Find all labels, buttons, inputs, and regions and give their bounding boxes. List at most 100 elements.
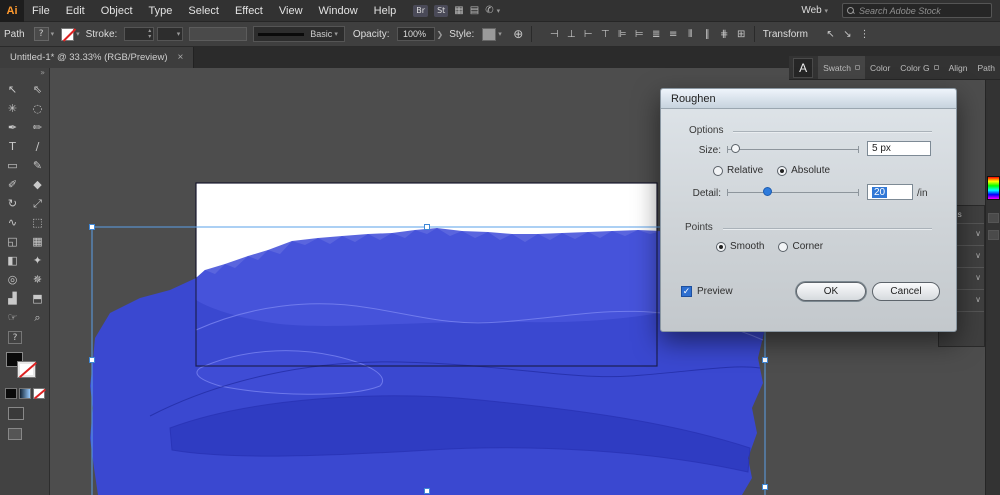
scale-tool[interactable]: ⤢ (25, 194, 50, 213)
menu-object[interactable]: Object (93, 0, 141, 22)
screen-mode-button[interactable] (8, 428, 22, 440)
menu-edit[interactable]: Edit (58, 0, 93, 22)
shape-builder-tool[interactable]: ◱ (0, 232, 25, 251)
menu-window[interactable]: Window (311, 0, 366, 22)
color-button[interactable] (5, 388, 17, 399)
blend-tool[interactable]: ◎ (0, 270, 25, 289)
align-vertical-bottom-icon[interactable]: ⊨ (631, 26, 648, 42)
appearance-proxy[interactable]: ? (34, 27, 49, 41)
artboard-tool[interactable]: ⬒ (25, 289, 50, 308)
help-icon[interactable]: ? (8, 331, 22, 344)
chevron-down-icon[interactable]: ∨ (975, 295, 981, 304)
panel-icon[interactable] (988, 213, 999, 223)
ok-button[interactable]: OK (796, 282, 866, 301)
selection-tool[interactable]: ↖ (0, 80, 25, 99)
document-tab[interactable]: Untitled-1* @ 33.33% (RGB/Preview) × (0, 47, 194, 68)
align-horizontal-right-icon[interactable]: ⊢ (580, 26, 597, 42)
smooth-radio[interactable]: Smooth (716, 241, 764, 252)
corner-radio[interactable]: Corner (778, 241, 823, 252)
hand-tool[interactable]: ☞ (0, 308, 25, 327)
tab-color[interactable]: Color (865, 56, 895, 79)
align-horizontal-left-icon[interactable]: ⊣ (546, 26, 563, 42)
panel-icon[interactable] (988, 230, 999, 240)
size-slider[interactable] (727, 144, 859, 154)
magic-wand-tool[interactable]: ✳ (0, 99, 25, 118)
rotate-tool[interactable]: ↻ (0, 194, 25, 213)
align-vertical-top-icon[interactable]: ⊤ (597, 26, 614, 42)
handle-mid-right[interactable] (763, 358, 768, 363)
distribute-vertical-top-icon[interactable]: ≣ (648, 26, 665, 42)
column-graph-tool[interactable]: ▟ (0, 289, 25, 308)
tab-color-guide[interactable]: Color G (895, 56, 943, 79)
distribute-horizontal-center-icon[interactable]: ∥ (699, 26, 716, 42)
toolbox-collapse-icon[interactable]: » (0, 68, 49, 80)
panel-menu-icon[interactable]: ⋮ (856, 26, 873, 42)
opacity-value-dropdown[interactable]: 100% (397, 27, 435, 41)
handle-bottom-right[interactable] (763, 485, 768, 490)
document-setup-globe-icon[interactable]: ⊕ (510, 26, 527, 42)
paintbrush-tool[interactable]: ✎ (25, 156, 50, 175)
checkbox-checked-icon[interactable]: ✓ (681, 286, 692, 297)
shaper-tool[interactable]: ◆ (25, 175, 50, 194)
arrange-documents-icon[interactable]: ▦ (454, 5, 463, 16)
width-tool[interactable]: ∿ (0, 213, 25, 232)
distribute-spacing-icon[interactable]: ⋕ (716, 26, 733, 42)
none-button[interactable] (33, 388, 45, 399)
gradient-tool[interactable]: ◧ (0, 251, 25, 270)
zoom-tool[interactable]: ⌕ (25, 308, 50, 327)
menu-help[interactable]: Help (366, 0, 405, 22)
detail-value-field[interactable]: 20 (867, 184, 913, 200)
lasso-tool[interactable]: ◌ (25, 99, 50, 118)
share-icon[interactable]: ✆ (485, 5, 493, 16)
size-value-field[interactable]: 5 px (867, 141, 931, 156)
mesh-tool[interactable]: ▦ (25, 232, 50, 251)
handle-top-left[interactable] (90, 225, 95, 230)
chevron-down-icon[interactable]: ∨ (975, 273, 981, 282)
workspace-switcher[interactable]: Web ▾ (801, 5, 832, 16)
color-spectrum-icon[interactable] (987, 176, 1000, 200)
menu-select[interactable]: Select (180, 0, 227, 22)
tab-align[interactable]: Align (944, 56, 973, 79)
line-segment-tool[interactable]: ∕ (25, 137, 50, 156)
align-to-selection-icon[interactable]: ⊞ (733, 26, 750, 42)
pencil-tool[interactable]: ✐ (0, 175, 25, 194)
handle-top-center[interactable] (425, 225, 430, 230)
fill-color-swatch[interactable] (61, 28, 74, 41)
detail-slider[interactable] (727, 187, 859, 197)
chevron-down-icon[interactable]: ∨ (975, 229, 981, 238)
stroke-swatch[interactable] (18, 362, 35, 377)
menu-view[interactable]: View (271, 0, 311, 22)
relative-radio[interactable]: Relative (713, 165, 763, 176)
stroke-weight-stepper[interactable]: ▴▾ (124, 27, 154, 41)
pen-tool[interactable]: ✒ (0, 118, 25, 137)
stock-badge[interactable]: St (434, 5, 448, 17)
tab-pathfinder[interactable]: Path (973, 56, 1000, 79)
handle-mid-left[interactable] (90, 358, 95, 363)
menu-type[interactable]: Type (141, 0, 181, 22)
stock-search-input[interactable]: Search Adobe Stock (842, 3, 992, 18)
distribute-horizontal-left-icon[interactable]: ⫴ (682, 26, 699, 42)
workspace-switcher-icon[interactable]: ▤ (470, 5, 479, 16)
align-horizontal-center-icon[interactable]: ⊥ (563, 26, 580, 42)
rectangle-tool[interactable]: ▭ (0, 156, 25, 175)
size-slider-handle[interactable] (731, 144, 740, 153)
variable-width-profile[interactable] (189, 27, 247, 41)
handle-bottom-center[interactable] (425, 489, 430, 494)
cancel-button[interactable]: Cancel (872, 282, 940, 301)
align-vertical-center-icon[interactable]: ⊫ (614, 26, 631, 42)
direct-selection-tool[interactable]: ⇖ (25, 80, 50, 99)
curvature-tool[interactable]: ✏ (25, 118, 50, 137)
close-tab-icon[interactable]: × (177, 52, 183, 63)
chevron-down-icon[interactable]: ∨ (975, 251, 981, 260)
fill-stroke-proxy[interactable] (6, 352, 40, 382)
tab-swatches[interactable]: Swatch (818, 56, 865, 79)
absolute-radio[interactable]: Absolute (777, 165, 830, 176)
arrow-right-icon[interactable]: ❯ (437, 30, 444, 39)
transform-reference-icon[interactable]: ↖ (822, 26, 839, 42)
free-transform-tool[interactable]: ⬚ (25, 213, 50, 232)
bridge-badge[interactable]: Br (413, 5, 428, 17)
character-panel-badge[interactable]: A (793, 58, 813, 78)
draw-mode-button[interactable] (8, 407, 24, 420)
gradient-button[interactable] (19, 388, 31, 399)
stroke-weight-dropdown[interactable]: ▾ (157, 27, 183, 41)
